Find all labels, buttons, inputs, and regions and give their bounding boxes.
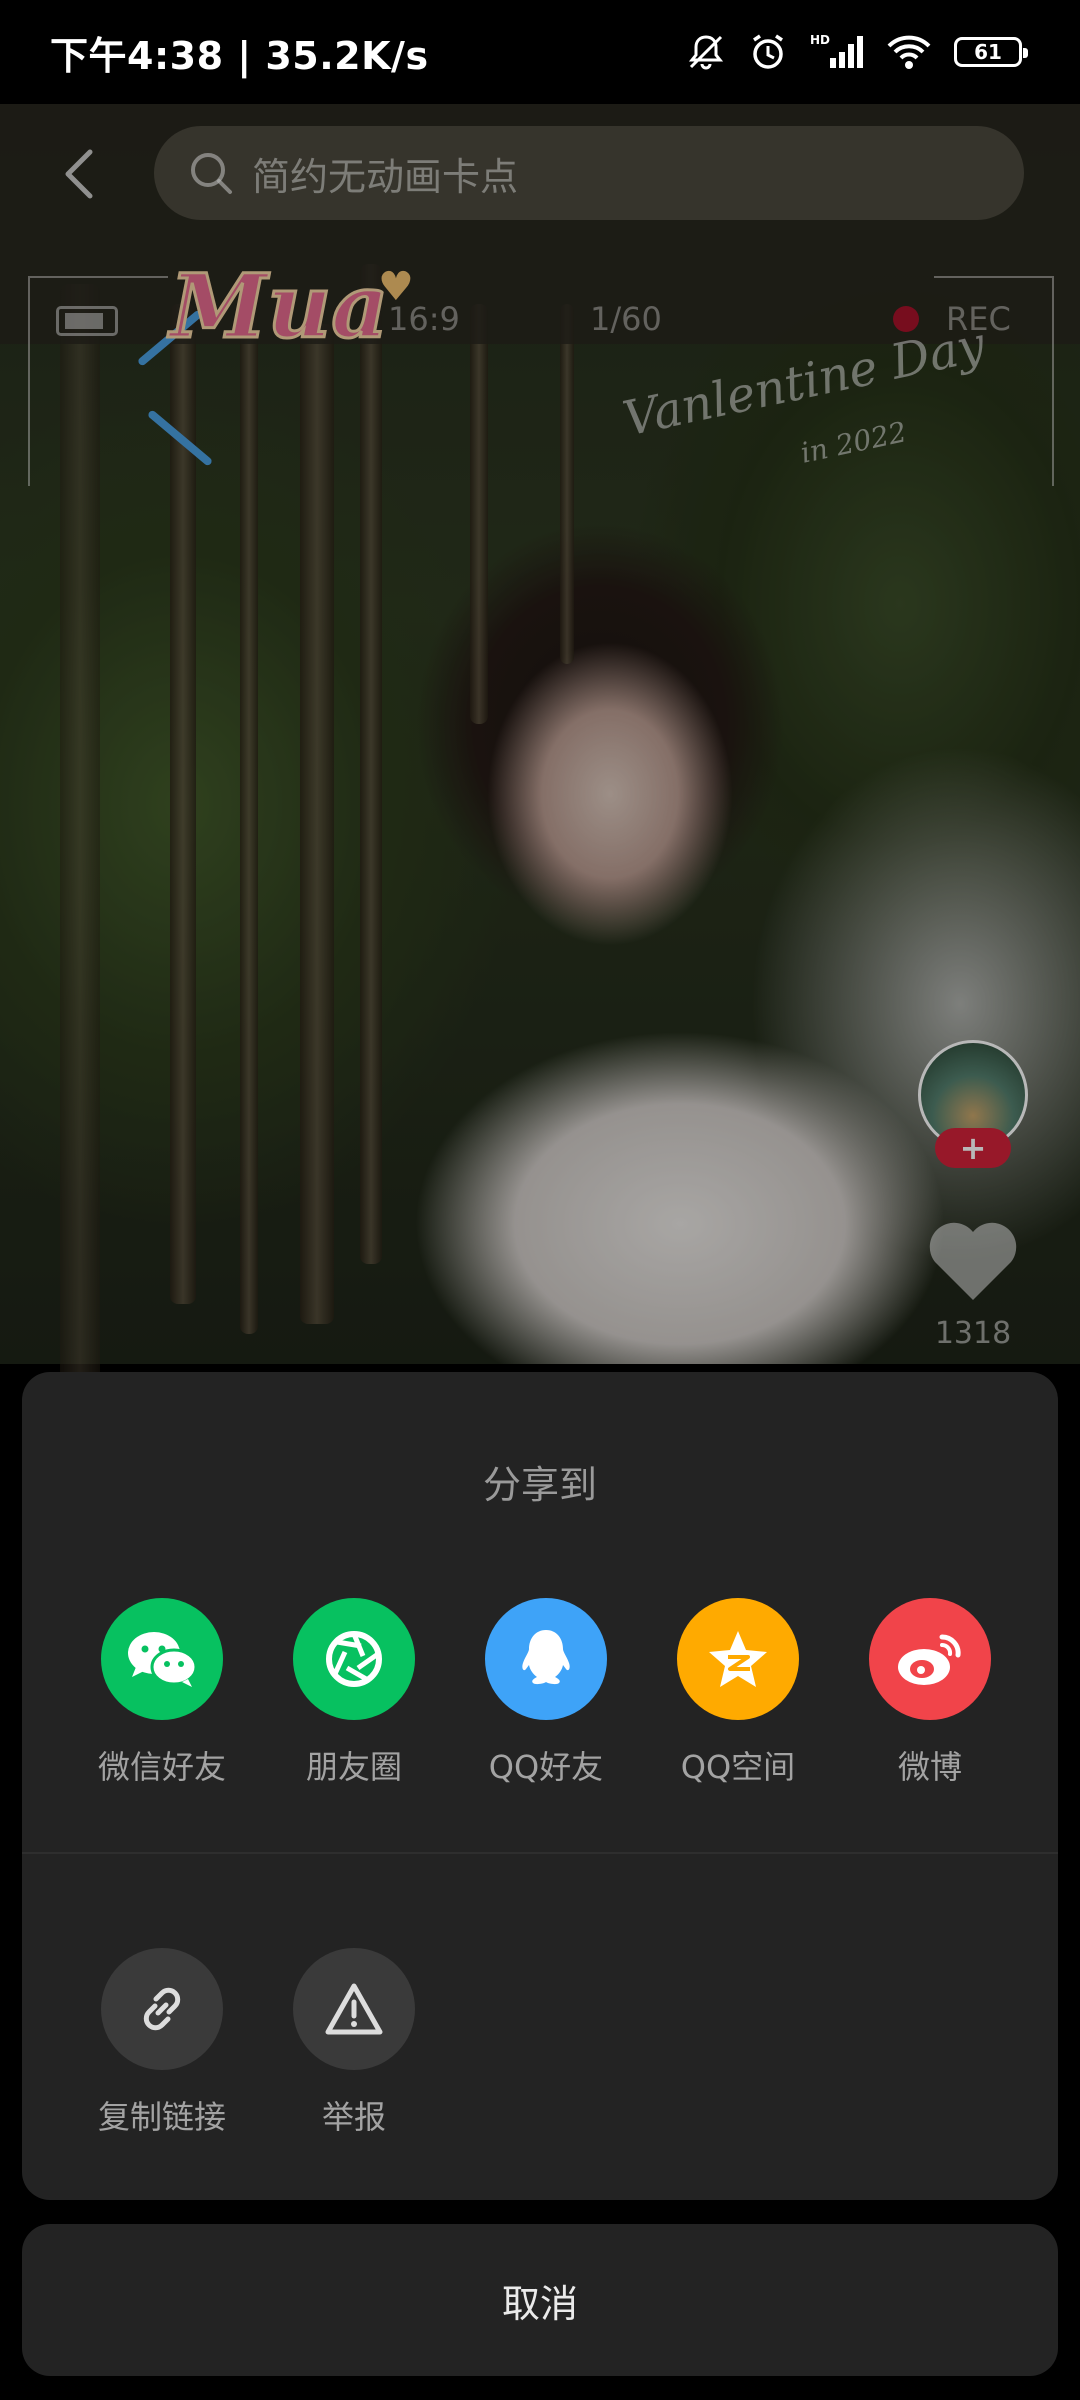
battery-level: 61: [974, 40, 1002, 64]
alarm-icon: [748, 32, 788, 72]
qzone-icon: [677, 1598, 799, 1720]
hd-badge: HD: [810, 33, 830, 47]
share-targets: 微信好友 朋友圈 QQ好友 QQ空间 微博: [22, 1598, 1058, 1798]
qq-icon: [485, 1598, 607, 1720]
share-qq-friend[interactable]: QQ好友: [450, 1598, 642, 1788]
report-button[interactable]: 举报: [258, 1948, 450, 2138]
share-actions: 复制链接 举报: [22, 1948, 1058, 2148]
status-time-speed: 下午4:38 | 35.2K/s: [50, 33, 429, 78]
share-wechat-friend[interactable]: 微信好友: [66, 1598, 258, 1788]
warning-icon: [293, 1948, 415, 2070]
moments-icon: [293, 1598, 415, 1720]
battery-icon: 61: [954, 37, 1028, 67]
weibo-icon: [869, 1598, 991, 1720]
wechat-icon: [101, 1598, 223, 1720]
link-icon: [101, 1948, 223, 2070]
mute-bell-icon: [686, 32, 726, 72]
wifi-icon: [886, 32, 932, 72]
status-bar: 下午4:38 | 35.2K/s HD 61: [0, 0, 1080, 104]
share-label: 朋友圈: [305, 1748, 402, 1786]
status-icons: HD 61: [686, 32, 1028, 72]
share-moments[interactable]: 朋友圈: [258, 1598, 450, 1788]
action-label: 复制链接: [97, 2098, 226, 2136]
share-sheet: 分享到 微信好友 朋友圈 QQ好友 QQ空间 微博 复制链接 举报: [22, 1372, 1058, 2200]
share-qzone[interactable]: QQ空间: [642, 1598, 834, 1788]
share-label: 微博: [897, 1748, 962, 1786]
share-weibo[interactable]: 微博: [834, 1598, 1026, 1788]
share-label: QQ空间: [680, 1748, 796, 1786]
share-sheet-title: 分享到: [482, 1463, 597, 1507]
copy-link-button[interactable]: 复制链接: [66, 1948, 258, 2138]
share-label: QQ好友: [488, 1748, 604, 1786]
action-label: 举报: [321, 2098, 386, 2136]
share-label: 微信好友: [97, 1748, 226, 1786]
sheet-divider: [22, 1852, 1058, 1854]
cancel-button[interactable]: 取消: [22, 2224, 1058, 2376]
signal-icon: HD: [810, 32, 864, 72]
